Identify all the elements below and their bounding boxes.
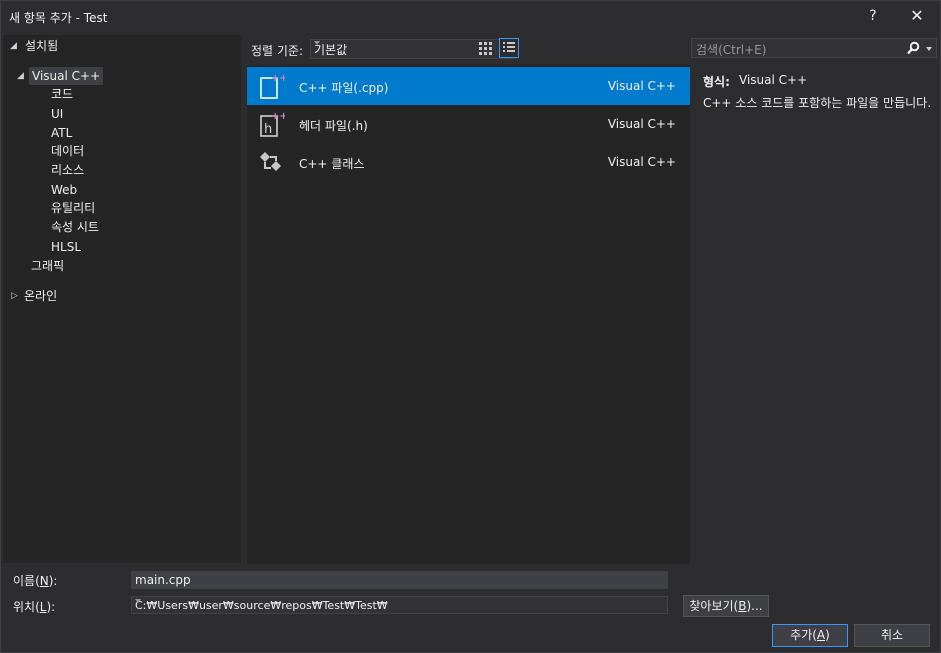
template-list: ++ C++ 파일(.cpp) Visual C++ h ++ 헤더 파일(.h… (247, 65, 690, 564)
dialog-title: 새 항목 추가 - Test (9, 11, 108, 25)
tree-label-visual-cpp: Visual C++ (29, 67, 104, 85)
tree-node-installed[interactable]: ◢ 설치됨 (3, 37, 241, 55)
tree-item-ui[interactable]: UI (51, 105, 63, 123)
type-label: 형식: (703, 75, 730, 89)
collapsed-arrow-icon[interactable]: ▷ (11, 287, 18, 305)
location-input[interactable]: C:₩Users₩user₩source₩repos₩Test₩Test₩ (131, 596, 668, 614)
name-label: 이름(N): (13, 574, 58, 588)
name-value: main.cpp (135, 573, 191, 587)
template-name: C++ 파일(.cpp) (299, 81, 389, 95)
tree-node-graphics[interactable]: 그래픽 (31, 257, 64, 275)
search-icon[interactable] (906, 41, 920, 55)
tree-item-data[interactable]: 데이터 (51, 142, 84, 160)
browse-button[interactable]: 찾아보기(B)... (683, 595, 769, 617)
name-input[interactable]: main.cpp (131, 571, 668, 589)
template-language: Visual C++ (607, 79, 676, 93)
grid-view-button[interactable] (475, 38, 495, 58)
details-panel: 검색(Ctrl+E) 형식: Visual C++ C++ 소스 코드를 포함하… (691, 35, 940, 564)
sort-label: 정렬 기준: (251, 44, 304, 58)
template-item-cpp-file[interactable]: ++ C++ 파일(.cpp) Visual C++ (247, 67, 690, 105)
help-button[interactable]: ? (857, 5, 889, 27)
list-view-button[interactable] (499, 38, 519, 58)
close-button[interactable]: ✕ (901, 5, 933, 27)
add-button[interactable]: 추가(A) (772, 624, 848, 647)
cancel-button[interactable]: 취소 (854, 624, 930, 647)
cpp-class-icon (260, 152, 281, 171)
cpp-file-icon: ++ (260, 73, 285, 99)
template-name: C++ 클래스 (299, 157, 365, 171)
svg-text:h: h (264, 122, 272, 137)
location-label: 위치(L): (13, 600, 56, 614)
tree-item-resource[interactable]: 리소스 (51, 161, 84, 179)
tree-item-hlsl[interactable]: HLSL (51, 238, 81, 256)
title-bar: 새 항목 추가 - Test ? ✕ (1, 1, 940, 31)
template-description: C++ 소스 코드를 포함하는 파일을 만듭니다. (703, 96, 932, 110)
template-item-header-file[interactable]: h ++ 헤더 파일(.h) Visual C++ (247, 105, 690, 143)
header-file-icon: h ++ (260, 111, 285, 137)
category-tree: ◢ 설치됨 ◢ Visual C++ 코드 UI ATL 데이터 리소스 Web… (3, 35, 241, 563)
tree-item-code[interactable]: 코드 (51, 85, 73, 103)
tree-item-atl[interactable]: ATL (51, 124, 72, 142)
tree-label-installed: 설치됨 (25, 39, 59, 53)
type-value: Visual C++ (739, 73, 808, 87)
sort-toolbar: 정렬 기준: 기본값 (247, 37, 691, 61)
add-new-item-dialog: 새 항목 추가 - Test ? ✕ ◢ 설치됨 ◢ Visual C++ 코드… (0, 0, 941, 653)
chevron-down-icon[interactable] (135, 599, 141, 603)
template-language: Visual C++ (607, 117, 676, 131)
expanded-arrow-icon[interactable]: ◢ (10, 37, 17, 55)
expanded-arrow-icon[interactable]: ◢ (17, 67, 24, 85)
tree-item-property-sheet[interactable]: 속성 시트 (51, 218, 99, 236)
tree-node-online[interactable]: ▷ 온라인 (3, 287, 241, 305)
tree-item-web[interactable]: Web (51, 181, 77, 199)
search-options-arrow-icon[interactable] (926, 47, 932, 51)
item-form: 이름(N): main.cpp 위치(L): C:₩Users₩user₩sou… (1, 564, 940, 652)
tree-item-utility[interactable]: 유틸리티 (51, 199, 95, 217)
template-item-cpp-class[interactable]: C++ 클래스 Visual C++ (247, 143, 690, 181)
grid-view-icon (479, 42, 492, 55)
location-value: C:₩Users₩user₩source₩repos₩Test₩Test₩ (135, 599, 388, 612)
list-view-icon (503, 42, 515, 52)
tree-label-online: 온라인 (24, 289, 58, 303)
template-language: Visual C++ (607, 155, 676, 169)
search-input[interactable]: 검색(Ctrl+E) (691, 38, 937, 58)
svg-text:++: ++ (271, 73, 285, 84)
search-placeholder: 검색(Ctrl+E) (696, 43, 767, 57)
template-name: 헤더 파일(.h) (299, 119, 368, 133)
tree-node-visual-cpp[interactable]: ◢ Visual C++ (3, 67, 241, 85)
svg-text:++: ++ (271, 111, 285, 122)
chevron-down-icon (314, 41, 320, 45)
